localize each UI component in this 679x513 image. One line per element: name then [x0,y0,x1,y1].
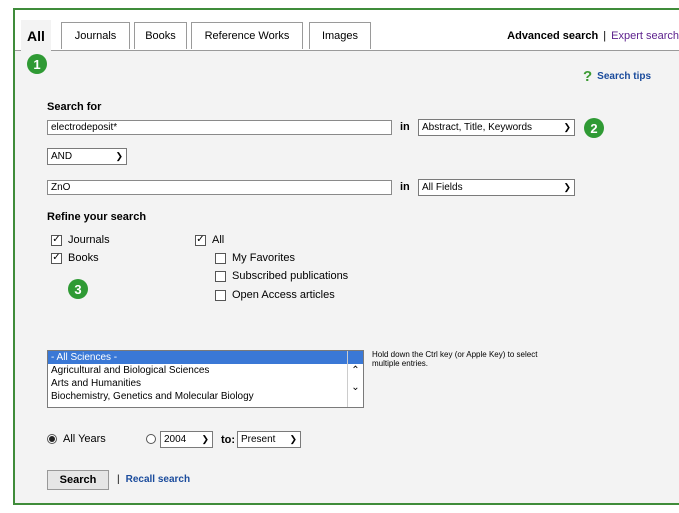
top-links-separator: | [603,30,607,42]
chevron-down-icon[interactable]: ⌄ [351,382,359,393]
multi-select-hint: Hold down the Ctrl key (or Apple Key) to… [372,350,538,368]
search-tips[interactable]: ? Search tips [583,68,651,85]
to-label: to: [221,434,236,446]
search-term-2-input[interactable]: ZnO [47,180,392,195]
checkbox-checked-icon: ✓ [195,234,206,246]
subject-option-biochemistry[interactable]: Biochemistry, Genetics and Molecular Bio… [48,390,363,403]
tab-books[interactable]: Books [134,22,187,49]
search-field-1-value: Abstract, Title, Keywords [422,122,533,133]
in-label-2: in [400,181,410,193]
journals-checkbox-label: Journals [68,234,110,246]
all-years-radio[interactable]: All Years [47,433,106,445]
all-checkbox[interactable]: ✓ All [195,234,224,246]
boolean-operator-value: AND [51,151,73,162]
tab-images-label: Images [321,30,359,42]
year-to-value: Present [241,434,276,445]
recall-separator: | [117,474,120,485]
refine-heading: Refine your search [47,211,147,223]
search-for-heading: Search for [47,101,102,113]
search-field-2-value: All Fields [422,182,463,193]
chevron-down-icon: ❯ [115,151,123,161]
journals-checkbox[interactable]: ✓ Journals [51,234,110,246]
search-panel: All Journals Books Reference Works Image… [13,8,679,505]
callout-badge-1: 1 [27,54,47,74]
boolean-operator-select[interactable]: AND ❯ [47,148,127,165]
checkbox-empty-icon [215,270,226,282]
tab-images[interactable]: Images [309,22,371,49]
search-term-1-input[interactable]: electrodeposit* [47,120,392,135]
listbox-scrollbar[interactable]: ⌃ ⌄ [347,351,363,407]
subscribed-publications-label: Subscribed publications [232,270,349,282]
tab-all-label: All [27,27,45,44]
advanced-search-link[interactable]: Advanced search [507,30,598,42]
callout-badge-2: 2 [584,118,604,138]
all-years-label: All Years [63,433,106,445]
tab-bar: All Journals Books Reference Works Image… [15,10,679,51]
chevron-up-icon[interactable]: ⌃ [351,365,359,376]
search-button[interactable]: Search [47,470,109,490]
subscribed-publications-checkbox[interactable]: Subscribed publications [215,270,348,282]
subject-option-all-sciences[interactable]: - All Sciences - [48,351,363,364]
tab-all[interactable]: All [21,20,51,51]
tab-journals-label: Journals [74,30,117,42]
open-access-checkbox[interactable]: Open Access articles [215,289,335,301]
chevron-down-icon: ❯ [563,182,571,192]
expert-search-link[interactable]: Expert search [611,30,679,42]
open-access-label: Open Access articles [232,289,335,301]
chevron-down-icon: ❯ [289,434,297,444]
recall-search-link[interactable]: Recall search [126,474,191,485]
tab-books-label: Books [145,30,176,42]
search-tips-link[interactable]: Search tips [597,71,651,82]
chevron-down-icon: ❯ [563,122,571,132]
checkbox-checked-icon: ✓ [51,234,62,246]
subject-option-arts[interactable]: Arts and Humanities [48,377,363,390]
search-field-1-select[interactable]: Abstract, Title, Keywords ❯ [418,119,575,136]
all-checkbox-label: All [212,234,225,246]
tab-reference-works[interactable]: Reference Works [191,22,303,49]
in-label-1: in [400,121,410,133]
tab-reference-works-label: Reference Works [204,30,290,42]
callout-badge-3: 3 [68,279,88,299]
year-from-value: 2004 [164,434,187,445]
my-favorites-label: My Favorites [232,252,295,264]
radio-selected-icon [47,434,57,444]
subject-option-agricultural[interactable]: Agricultural and Biological Sciences [48,364,363,377]
books-checkbox[interactable]: ✓ Books [51,252,99,264]
subject-area-listbox[interactable]: - All Sciences - Agricultural and Biolog… [47,350,364,408]
books-checkbox-label: Books [68,252,99,264]
recall-search: | Recall search [117,474,190,485]
help-icon: ? [583,68,593,85]
search-field-2-select[interactable]: All Fields ❯ [418,179,575,196]
top-links: Advanced search | Expert search [507,30,679,42]
checkbox-empty-icon [215,289,226,301]
year-to-select[interactable]: Present ❯ [237,431,301,448]
checkbox-empty-icon [215,252,226,264]
my-favorites-checkbox[interactable]: My Favorites [215,252,295,264]
year-from-select[interactable]: 2004 ❯ [160,431,213,448]
tab-journals[interactable]: Journals [61,22,130,49]
year-range-radio[interactable] [146,434,156,444]
chevron-down-icon: ❯ [201,434,209,444]
checkbox-checked-icon: ✓ [51,252,62,264]
